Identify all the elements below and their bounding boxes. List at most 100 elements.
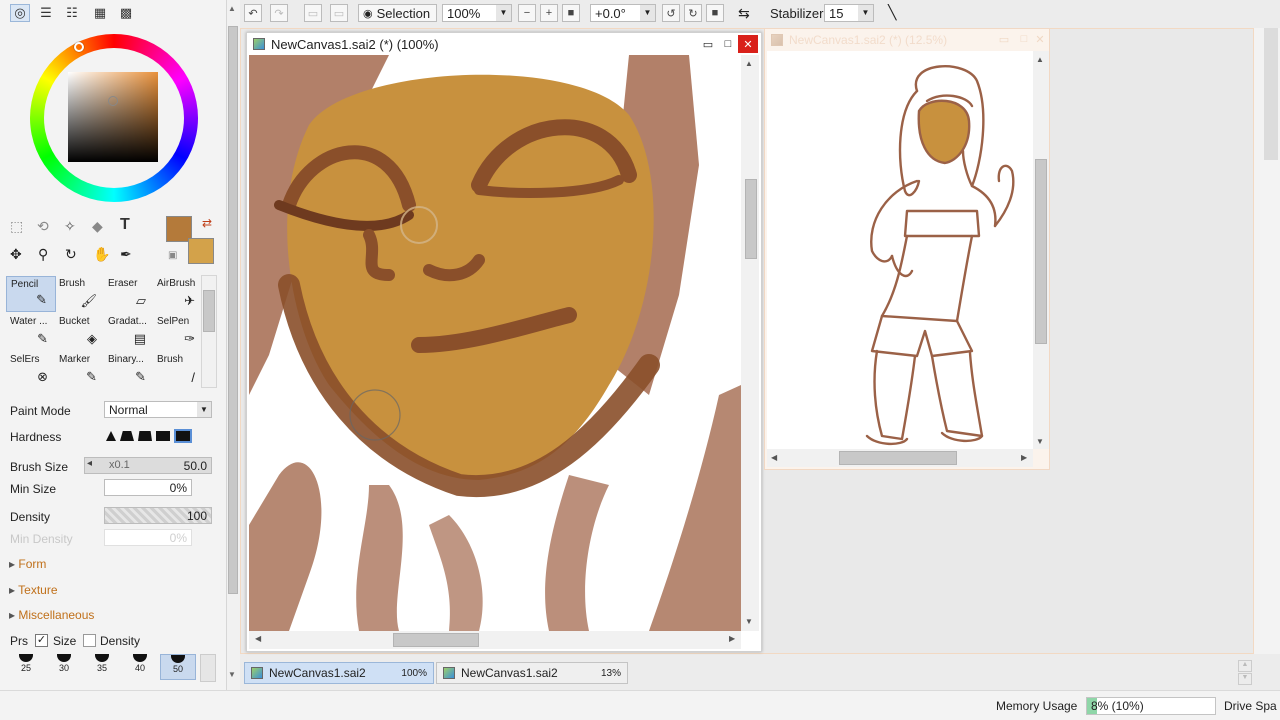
magic-wand-icon[interactable]: ✧ — [64, 218, 76, 235]
minus-icon[interactable]: ◂ — [87, 458, 92, 469]
brush-size-preset[interactable]: 30 — [46, 654, 82, 680]
tool-bucket[interactable]: Bucket ◈ — [55, 314, 105, 350]
hue-cursor[interactable] — [74, 42, 84, 52]
form-section[interactable]: Form — [9, 557, 46, 571]
scroll-up-arrow-icon[interactable]: ▲ — [1036, 55, 1044, 64]
rotate-left-icon[interactable]: ↺ — [662, 4, 680, 22]
color-wheel-icon[interactable]: ◎ — [10, 4, 30, 22]
zoom-icon[interactable]: ⚲ — [38, 246, 48, 263]
main-canvas-hscrollbar[interactable] — [249, 631, 741, 649]
scroll-left-arrow-icon[interactable]: ◀ — [771, 453, 777, 462]
hardness-level-1[interactable] — [106, 431, 116, 441]
density-checkbox[interactable] — [83, 634, 96, 647]
eyedropper-icon[interactable]: ✒ — [120, 246, 132, 263]
brush-size-preset[interactable]: 50 — [160, 654, 196, 680]
main-canvas-vscrollbar[interactable] — [741, 55, 759, 631]
tool-brush[interactable]: Brush / — [153, 352, 203, 388]
stabilizer-select[interactable]: 15 ▼ — [824, 4, 874, 22]
brush-size-preset[interactable]: 35 — [84, 654, 120, 680]
minimize-icon[interactable]: ▭ — [995, 31, 1013, 47]
scroll-right-arrow-icon[interactable]: ▶ — [729, 634, 735, 643]
hardness-level-4[interactable] — [156, 431, 170, 441]
min-size-slider[interactable]: 0% — [104, 479, 192, 496]
tool-selpen[interactable]: SelPen ✑ — [153, 314, 203, 350]
close-icon[interactable]: ✕ — [1031, 31, 1049, 47]
texture-section[interactable]: Texture — [9, 583, 57, 597]
brush-size-slider[interactable]: ◂ x0.1 50.0 — [84, 457, 212, 474]
scroll-up-arrow-icon[interactable]: ▲ — [745, 59, 753, 68]
main-canvas-titlebar[interactable]: NewCanvas1.sai2 (*) (100%) — [247, 33, 761, 55]
tool-eraser[interactable]: Eraser ▱ — [104, 276, 154, 312]
redo-icon[interactable]: ↷ — [270, 4, 288, 22]
list-icon[interactable]: ☷ — [62, 4, 82, 22]
tool-airbrush[interactable]: AirBrush ✈ — [153, 276, 203, 312]
brush-size-preset[interactable]: 25 — [8, 654, 44, 680]
line-tool-icon[interactable]: ╲ — [888, 4, 896, 21]
tool-selers[interactable]: SelErs ⊗ — [6, 352, 56, 388]
main-canvas-vscroll-thumb[interactable] — [745, 179, 757, 259]
brush-size-preset[interactable]: 40 — [122, 654, 158, 680]
scroll-up-arrow-icon[interactable]: ▲ — [228, 4, 236, 13]
tool-water[interactable]: Water ... ✎ — [6, 314, 56, 350]
rotate-right-icon[interactable]: ↻ — [684, 4, 702, 22]
tool-gradat[interactable]: Gradat... ▤ — [104, 314, 154, 350]
tool-binary[interactable]: Binary... ✎ — [104, 352, 154, 388]
size-checkbox[interactable]: ✓ — [35, 634, 48, 647]
deselect-icon[interactable]: ▭ — [304, 4, 322, 22]
tab-newcanvas-13[interactable]: NewCanvas1.sai2 13% — [436, 662, 628, 684]
tool-grid-scroll-thumb[interactable] — [203, 290, 215, 332]
tool-pencil[interactable]: Pencil ✎ — [6, 276, 56, 312]
hardness-level-3[interactable] — [138, 431, 152, 441]
zoom-out-icon[interactable]: − — [518, 4, 536, 22]
left-panel-scroll-thumb[interactable] — [228, 26, 238, 594]
palette-grid-icon[interactable]: ▩ — [116, 4, 136, 22]
right-panel-scrollbar[interactable] — [1264, 28, 1278, 160]
rotate-icon[interactable]: ↻ — [65, 246, 77, 263]
transparent-color-icon[interactable]: ▣ — [168, 250, 177, 261]
scroll-down-arrow-icon[interactable]: ▼ — [1036, 437, 1044, 446]
rotation-select[interactable]: +0.0° ▼ — [590, 4, 656, 22]
shape-icon[interactable]: ◆ — [92, 218, 103, 235]
tabs-scroll-up-icon[interactable]: ▲ — [1238, 660, 1252, 672]
main-canvas-hscroll-thumb[interactable] — [393, 633, 479, 647]
flip-horizontal-icon[interactable]: ⇆ — [738, 5, 750, 22]
presets-scrollbar[interactable] — [200, 654, 216, 682]
secondary-canvas-drawing[interactable] — [767, 51, 1033, 449]
maximize-icon[interactable]: □ — [719, 36, 737, 52]
tool-brush[interactable]: Brush 🖌 — [55, 276, 105, 312]
text-tool-icon[interactable]: T — [120, 216, 130, 234]
hardness-level-2[interactable] — [120, 431, 134, 441]
undo-icon[interactable]: ↶ — [244, 4, 262, 22]
hand-icon[interactable]: ✋ — [93, 246, 110, 263]
rect-select-icon[interactable]: ⬚ — [10, 218, 23, 235]
scroll-down-arrow-icon[interactable]: ▼ — [228, 670, 236, 679]
zoom-reset-icon[interactable]: ■ — [562, 4, 580, 22]
close-icon[interactable]: ✕ — [738, 35, 758, 53]
min-density-slider[interactable]: 0% — [104, 529, 192, 546]
tool-marker[interactable]: Marker ✎ — [55, 352, 105, 388]
hardness-level-5[interactable] — [174, 429, 192, 443]
scroll-down-arrow-icon[interactable]: ▼ — [745, 617, 753, 626]
swatch-grid-icon[interactable]: ▦ — [90, 4, 110, 22]
scroll-left-arrow-icon[interactable]: ◀ — [255, 634, 261, 643]
zoom-select[interactable]: 100% ▼ — [442, 4, 512, 22]
background-color-swatch[interactable] — [188, 238, 214, 264]
color-square[interactable] — [68, 72, 158, 162]
tabs-scroll-down-icon[interactable]: ▼ — [1238, 673, 1252, 685]
color-menu-icon[interactable]: ☰ — [36, 4, 56, 22]
secondary-canvas-vscroll-thumb[interactable] — [1035, 159, 1047, 344]
main-canvas-drawing[interactable] — [249, 55, 741, 631]
tab-newcanvas-100[interactable]: NewCanvas1.sai2 100% — [244, 662, 434, 684]
selection-toggle[interactable]: ◉ Selection — [358, 4, 438, 22]
rotate-reset-icon[interactable]: ■ — [706, 4, 724, 22]
hardness-selector[interactable] — [106, 428, 214, 444]
zoom-in-icon[interactable]: + — [540, 4, 558, 22]
swap-colors-icon[interactable]: ⇄ — [202, 216, 212, 230]
move-icon[interactable]: ✥ — [10, 246, 22, 263]
select-all-icon[interactable]: ▭ — [330, 4, 348, 22]
scroll-right-arrow-icon[interactable]: ▶ — [1021, 453, 1027, 462]
paint-mode-select[interactable]: Normal ▼ — [104, 401, 212, 418]
secondary-canvas-hscroll-thumb[interactable] — [839, 451, 957, 465]
lasso-icon[interactable]: ⟲ — [37, 218, 49, 235]
minimize-icon[interactable]: ▭ — [699, 36, 717, 52]
